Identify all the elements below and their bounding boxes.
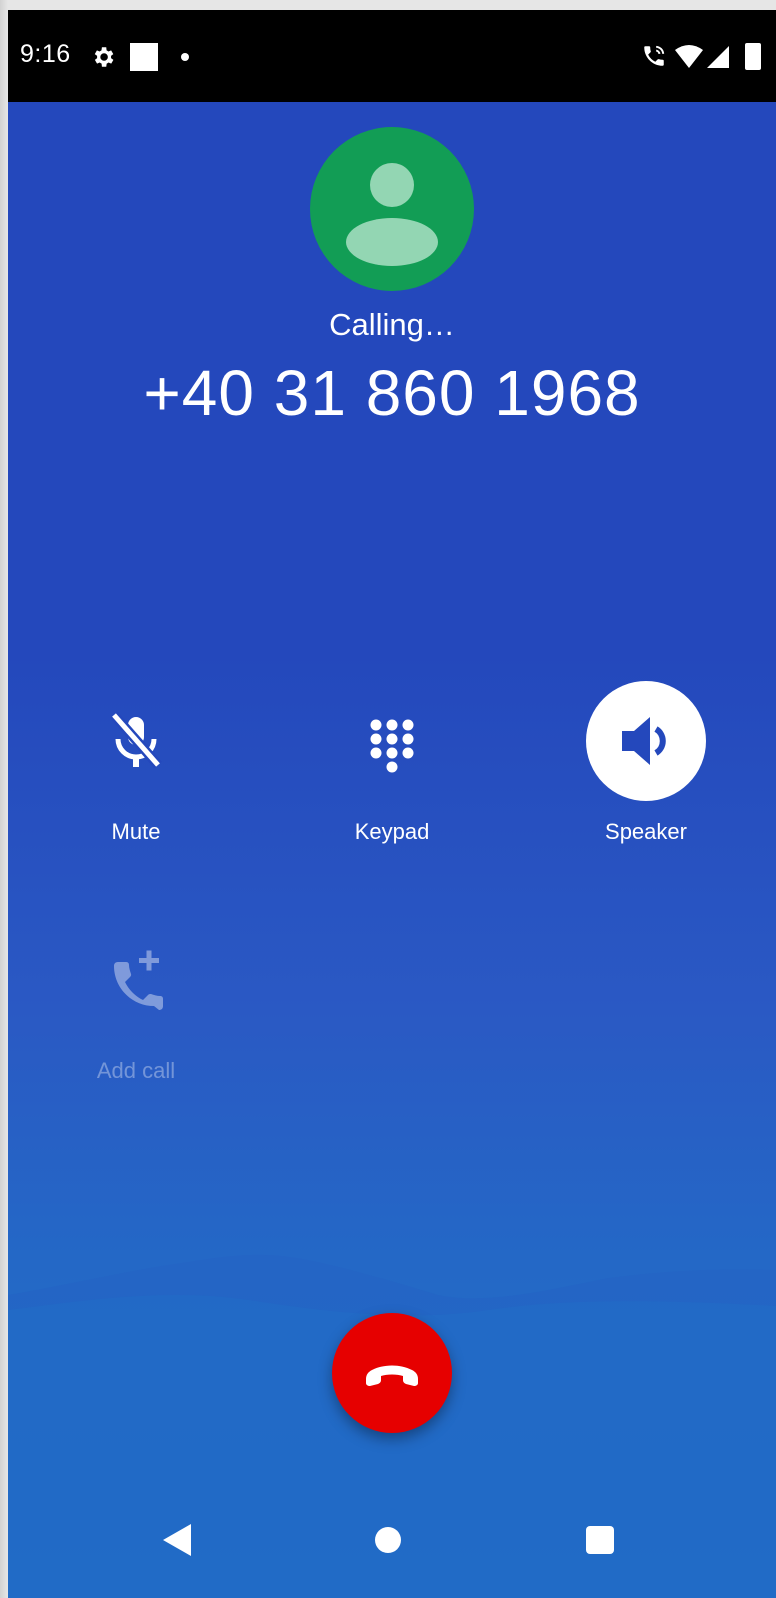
keypad-button[interactable]: Keypad <box>292 681 492 881</box>
square-notification-icon <box>130 43 158 71</box>
battery-icon <box>745 43 761 70</box>
end-call-icon <box>366 1365 418 1386</box>
add-call-icon <box>114 950 163 1010</box>
speaker-icon <box>622 717 666 765</box>
mic-off-icon <box>110 711 162 769</box>
keypad-label: Keypad <box>354 819 430 844</box>
status-time: 9:16 <box>20 40 71 68</box>
end-call-button[interactable] <box>332 1313 452 1433</box>
call-status: Calling… <box>329 307 455 342</box>
dialpad-icon <box>370 719 414 773</box>
back-icon[interactable] <box>159 1520 199 1560</box>
phone-number: +40 31 860 1968 <box>143 357 641 429</box>
speaker-label: Speaker <box>605 819 687 844</box>
signal-icon <box>707 46 729 68</box>
person-icon <box>346 163 438 266</box>
add-call-button[interactable]: Add call <box>36 920 236 1120</box>
status-bar: 9:16 <box>8 10 776 102</box>
settings-icon <box>94 47 114 67</box>
keypad-icon-wrap <box>332 681 452 801</box>
wifi-call-icon <box>644 45 665 66</box>
speaker-icon-wrap <box>586 681 706 801</box>
recents-icon[interactable] <box>586 1526 614 1554</box>
call-screen: 9:16 Calling… +40 31 860 1968 Mute Keypa… <box>8 10 776 1598</box>
contact-avatar <box>310 127 474 291</box>
mute-icon-wrap <box>76 681 196 801</box>
home-icon[interactable] <box>374 1526 402 1554</box>
mute-button[interactable]: Mute <box>36 681 236 881</box>
add-call-icon-wrap <box>76 920 196 1040</box>
mute-label: Mute <box>111 819 161 844</box>
dot-icon <box>181 53 189 61</box>
device-frame: 9:16 Calling… +40 31 860 1968 Mute Keypa… <box>0 0 776 1598</box>
wifi-icon <box>675 45 703 68</box>
add-call-label: Add call <box>96 1058 176 1083</box>
speaker-button[interactable]: Speaker <box>546 681 746 881</box>
